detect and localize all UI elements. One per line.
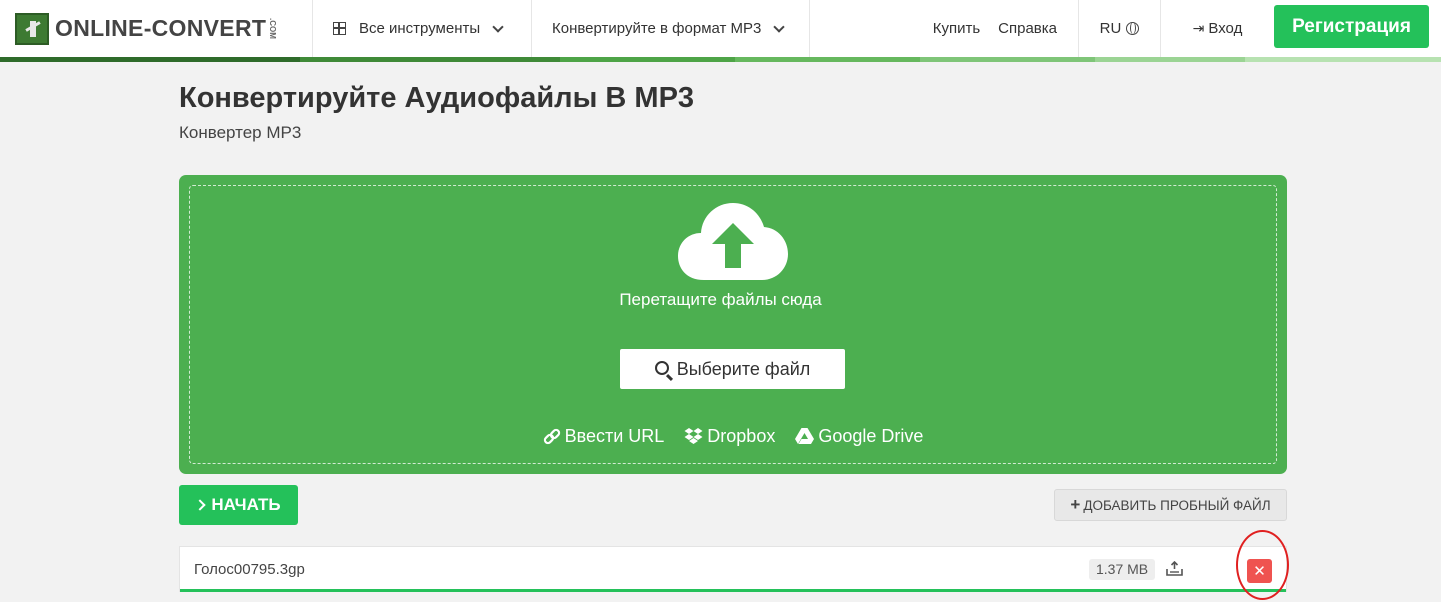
buy-link[interactable]: Купить (933, 20, 980, 37)
plus-icon: + (1070, 495, 1081, 514)
language-label: RU (1099, 20, 1122, 37)
google-drive-label: Google Drive (818, 426, 924, 446)
grid-icon (333, 22, 346, 35)
link-icon (543, 428, 560, 444)
register-button[interactable]: Регистрация (1274, 5, 1429, 48)
google-drive-icon (795, 428, 815, 444)
add-sample-file-button[interactable]: + ДОБАВИТЬ ПРОБНЫЙ ФАЙЛ (1054, 489, 1287, 521)
start-button[interactable]: НАЧАТЬ (179, 485, 298, 525)
enter-url-link[interactable]: Ввести URL (543, 426, 665, 447)
search-icon (654, 360, 669, 375)
drop-files-text: Перетащите файлы сюда (619, 290, 822, 309)
choose-file-button[interactable]: Выберите файл (620, 349, 845, 389)
logo-com: .COM (268, 18, 278, 39)
close-icon: ✕ (1253, 563, 1266, 580)
upload-progress-bar (180, 589, 1286, 592)
upload-sources: Ввести URL Dropbox Google Drive (0, 426, 1441, 447)
help-link[interactable]: Справка (998, 20, 1057, 37)
login-label: Вход (1208, 20, 1243, 37)
google-drive-link[interactable]: Google Drive (795, 426, 923, 447)
enter-url-label: Ввести URL (564, 426, 665, 446)
login-link[interactable]: ⇥ Вход (1161, 0, 1274, 57)
add-sample-label: ДОБАВИТЬ ПРОБНЫЙ ФАЙЛ (1083, 497, 1271, 513)
uploaded-file-row: Голос00795.3gp 1.37 MB ✕ (179, 546, 1287, 592)
page-title: Конвертируйте Аудиофайлы В MP3 (179, 82, 695, 114)
logo[interactable]: ONLINE-CONVERT .COM (0, 0, 313, 57)
all-tools-label: Все инструменты (359, 20, 481, 37)
page-subtitle: Конвертер MP3 (179, 123, 302, 142)
language-selector[interactable]: RU (1079, 0, 1161, 57)
cloud-upload-icon (678, 203, 788, 280)
login-icon: ⇥ (1192, 20, 1205, 36)
start-label: НАЧАТЬ (211, 495, 281, 514)
file-size-badge: 1.37 MB (1089, 559, 1156, 580)
file-name: Голос00795.3gp (194, 561, 305, 578)
dropbox-link[interactable]: Dropbox (684, 426, 775, 447)
dropbox-label: Dropbox (707, 426, 776, 446)
chevron-down-icon (492, 20, 504, 33)
delete-file-button[interactable]: ✕ (1247, 559, 1272, 583)
top-header: ONLINE-CONVERT .COM Все инструменты Конв… (0, 0, 1441, 57)
header-links: Купить Справка (810, 0, 1079, 57)
upload-tray-icon (1166, 561, 1183, 576)
all-tools-menu[interactable]: Все инструменты (313, 0, 532, 57)
logo-text: ONLINE-CONVERT (55, 15, 267, 41)
logo-mark-icon (15, 12, 49, 45)
header-stripe (0, 57, 1441, 62)
convert-format-label: Конвертируйте в формат MP3 (552, 20, 762, 37)
chevron-down-icon (773, 20, 786, 33)
chevron-right-icon (194, 499, 207, 511)
convert-format-menu[interactable]: Конвертируйте в формат MP3 (532, 0, 810, 57)
globe-icon (1126, 22, 1140, 35)
choose-file-label: Выберите файл (676, 358, 811, 379)
dropbox-icon (684, 428, 703, 444)
